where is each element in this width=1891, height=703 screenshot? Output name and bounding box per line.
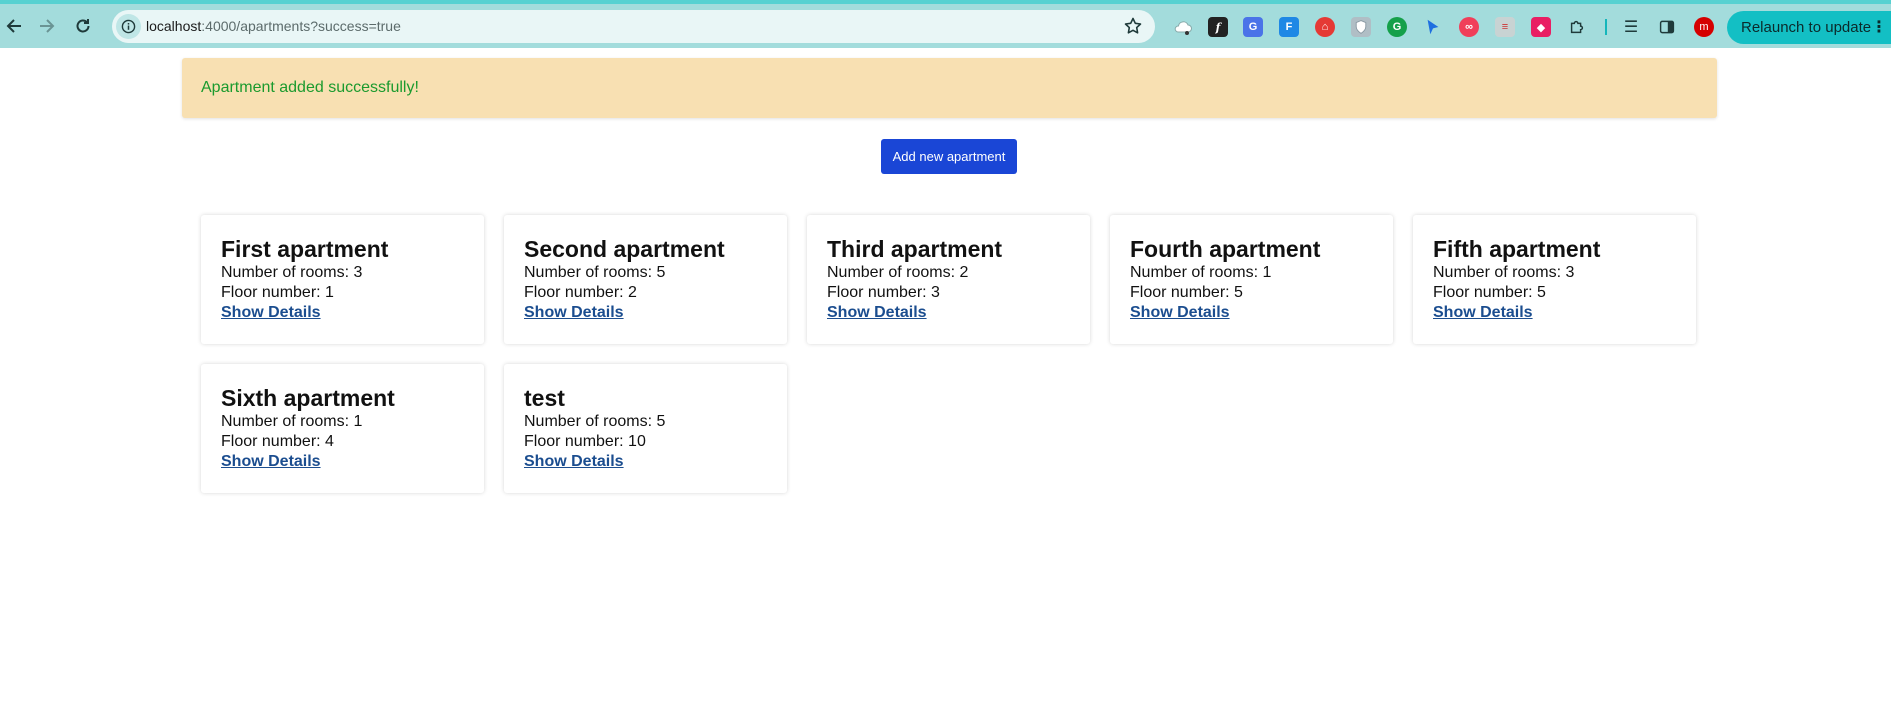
floor-value: 2 <box>628 284 637 301</box>
back-arrow-icon[interactable] <box>0 12 28 40</box>
floor-label: Floor number: <box>1433 284 1538 301</box>
floor-value: 10 <box>628 433 646 450</box>
rooms-label: Number of rooms: <box>1433 264 1566 281</box>
puzzle-extensions-icon[interactable] <box>1567 17 1587 37</box>
rooms-line: Number of rooms: 5 <box>524 412 787 432</box>
rooms-value: 2 <box>959 264 969 281</box>
floor-label: Floor number: <box>524 284 629 301</box>
floor-value: 5 <box>1234 284 1243 301</box>
colorpick-extension-icon[interactable]: ◆ <box>1531 17 1551 37</box>
rooms-label: Number of rooms: <box>221 413 354 430</box>
show-details-link[interactable]: Show Details <box>221 303 321 323</box>
floor-line: Floor number: 10 <box>524 432 787 452</box>
floor-value: 5 <box>1537 284 1546 301</box>
rooms-value: 3 <box>1565 264 1575 281</box>
floor-value: 1 <box>325 284 334 301</box>
show-details-link[interactable]: Show Details <box>221 452 321 472</box>
ublock-extension-icon[interactable]: ⌂ <box>1315 17 1335 37</box>
floor-label: Floor number: <box>827 284 932 301</box>
browser-toolbar: localhost:4000/apartments?success=true f… <box>0 0 1891 48</box>
apartment-title: Fifth apartment <box>1433 236 1601 262</box>
add-apartment-button[interactable]: Add new apartment <box>881 139 1017 174</box>
rooms-value: 1 <box>1262 264 1272 281</box>
floor-label: Floor number: <box>524 433 629 450</box>
url-text[interactable]: localhost:4000/apartments?success=true <box>146 10 401 43</box>
floor-line: Floor number: 3 <box>827 283 1090 303</box>
rooms-value: 5 <box>656 264 666 281</box>
grammarly-extension-icon[interactable]: G <box>1387 17 1407 37</box>
rooms-label: Number of rooms: <box>524 413 657 430</box>
apartment-card: First apartment Number of rooms: 3 Floor… <box>201 215 484 344</box>
show-details-link[interactable]: Show Details <box>524 452 624 472</box>
show-details-link[interactable]: Show Details <box>1433 303 1533 323</box>
apartment-title: Sixth apartment <box>221 385 395 411</box>
floor-line: Floor number: 5 <box>1433 283 1696 303</box>
profile-avatar[interactable]: m <box>1694 17 1714 37</box>
cloud-extension-icon[interactable] <box>1173 17 1193 37</box>
floor-line: Floor number: 1 <box>221 283 484 303</box>
apartment-title: Second apartment <box>524 236 725 262</box>
apartment-card: Third apartment Number of rooms: 2 Floor… <box>807 215 1090 344</box>
url-path: :4000/apartments?success=true <box>201 18 401 34</box>
forward-arrow-icon[interactable] <box>33 12 61 40</box>
apartment-card: Sixth apartment Number of rooms: 1 Floor… <box>201 364 484 493</box>
rooms-line: Number of rooms: 3 <box>1433 263 1696 283</box>
apartment-title: test <box>524 385 565 411</box>
rooms-label: Number of rooms: <box>524 264 657 281</box>
shield-extension-icon[interactable] <box>1351 17 1371 37</box>
apartment-card: Fifth apartment Number of rooms: 3 Floor… <box>1413 215 1696 344</box>
show-details-link[interactable]: Show Details <box>827 303 927 323</box>
link-extension-icon[interactable]: ∞ <box>1459 17 1479 37</box>
floor-line: Floor number: 2 <box>524 283 787 303</box>
site-info-icon[interactable] <box>116 14 141 39</box>
floor-line: Floor number: 4 <box>221 432 484 452</box>
reading-list-icon[interactable]: ☰ <box>1621 17 1641 37</box>
rooms-label: Number of rooms: <box>221 264 354 281</box>
rooms-label: Number of rooms: <box>827 264 960 281</box>
apartment-title: Fourth apartment <box>1130 236 1321 262</box>
cursor-extension-icon[interactable] <box>1423 17 1443 37</box>
rooms-line: Number of rooms: 1 <box>1130 263 1393 283</box>
rooms-line: Number of rooms: 5 <box>524 263 787 283</box>
url-host: localhost <box>146 18 202 34</box>
translate-extension-icon[interactable]: G <box>1243 17 1263 37</box>
apartment-card: Fourth apartment Number of rooms: 1 Floo… <box>1110 215 1393 344</box>
floor-label: Floor number: <box>1130 284 1235 301</box>
relaunch-label: Relaunch to update <box>1741 19 1872 36</box>
apartment-card: Second apartment Number of rooms: 5 Floo… <box>504 215 787 344</box>
fx-extension-icon[interactable]: f <box>1208 17 1228 37</box>
side-panel-icon[interactable] <box>1657 17 1677 37</box>
floor-label: Floor number: <box>221 433 326 450</box>
show-details-link[interactable]: Show Details <box>524 303 624 323</box>
bookmark-star-icon[interactable] <box>1123 16 1143 36</box>
floor-label: Floor number: <box>221 284 326 301</box>
rooms-line: Number of rooms: 2 <box>827 263 1090 283</box>
reload-icon[interactable] <box>69 12 97 40</box>
show-details-link[interactable]: Show Details <box>1130 303 1230 323</box>
rooms-line: Number of rooms: 1 <box>221 412 484 432</box>
menu-dots-icon[interactable]: ⋮ <box>1871 11 1887 44</box>
tab-extension-icon[interactable]: ≡ <box>1495 17 1515 37</box>
rooms-value: 1 <box>353 413 363 430</box>
floor-value: 4 <box>325 433 334 450</box>
rooms-label: Number of rooms: <box>1130 264 1263 281</box>
floor-value: 3 <box>931 284 940 301</box>
rooms-line: Number of rooms: 3 <box>221 263 484 283</box>
alert-message: Apartment added successfully! <box>201 79 419 96</box>
fi-extension-icon[interactable]: F <box>1279 17 1299 37</box>
apartment-title: First apartment <box>221 236 389 262</box>
address-bar[interactable]: localhost:4000/apartments?success=true <box>112 10 1155 43</box>
rooms-value: 5 <box>656 413 666 430</box>
toolbar-divider <box>1605 19 1607 35</box>
apartment-card: test Number of rooms: 5 Floor number: 10… <box>504 364 787 493</box>
success-alert: Apartment added successfully! <box>182 58 1717 118</box>
relaunch-button[interactable]: Relaunch to update ⋮ <box>1727 11 1891 44</box>
rooms-value: 3 <box>353 264 363 281</box>
apartment-title: Third apartment <box>827 236 1003 262</box>
floor-line: Floor number: 5 <box>1130 283 1393 303</box>
